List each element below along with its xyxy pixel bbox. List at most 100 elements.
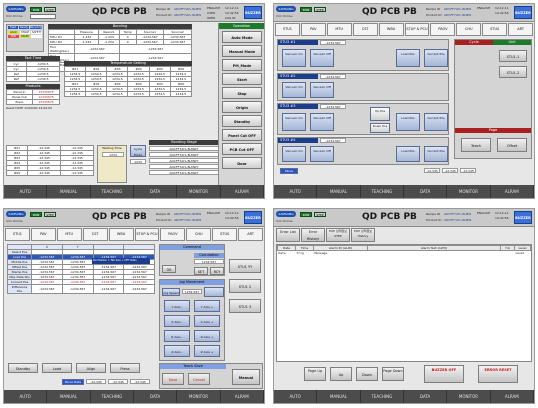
buzzer-off-button[interactable]: BUZZER OFF bbox=[424, 365, 464, 383]
stu1-3-button[interactable]: STU1 3 bbox=[229, 299, 261, 313]
tab-paov[interactable]: PAOV bbox=[430, 23, 456, 36]
vacuum-off-button[interactable]: Vacuum Off bbox=[310, 82, 334, 98]
y-axis-minus-button[interactable]: Y Axis - bbox=[164, 300, 190, 312]
nav-manual[interactable]: MANUAL bbox=[317, 390, 361, 403]
save-button[interactable]: Save bbox=[162, 373, 184, 385]
buzzer-button[interactable]: BUZZER bbox=[514, 211, 532, 224]
nav-data[interactable]: DATA bbox=[134, 390, 178, 403]
login-label[interactable]: LOG IN bbox=[225, 16, 235, 20]
row-label[interactable]: Difference Pos bbox=[7, 284, 32, 294]
nav-monitor[interactable]: MONITOR bbox=[447, 390, 491, 403]
buzzer-button[interactable]: BUZZER bbox=[514, 6, 532, 19]
jog-current-button[interactable] bbox=[204, 287, 224, 297]
tab-cst[interactable]: CST bbox=[82, 228, 108, 241]
current-pos-button[interactable]: Current Pos bbox=[424, 146, 448, 162]
nav-auto[interactable]: AUTO bbox=[274, 390, 318, 403]
tab-stup-pcu[interactable]: STUP & PCU bbox=[134, 228, 160, 241]
stu1-yy-button[interactable]: STU1 YY bbox=[229, 259, 261, 273]
tab-error-list[interactable]: Error List bbox=[276, 228, 300, 242]
lang-label[interactable]: ENGLISH bbox=[207, 211, 220, 215]
nav-data[interactable]: DATA bbox=[404, 390, 448, 403]
vacuum-off-button[interactable]: Vacuum Off bbox=[310, 113, 334, 131]
ok-button[interactable]: OK bbox=[162, 265, 176, 273]
set-button[interactable]: SET bbox=[194, 267, 208, 275]
load-pos-button[interactable]: Load Pos bbox=[396, 49, 420, 67]
tab-art[interactable]: ART bbox=[508, 23, 534, 36]
nav-auto[interactable]: AUTO bbox=[4, 390, 48, 403]
tab-eqp-status-step[interactable]: EQP 상태정보 STEP bbox=[326, 228, 350, 242]
nav-monitor[interactable]: MONITOR bbox=[177, 185, 221, 198]
y-axis-plus-button[interactable]: Y Axis + bbox=[194, 300, 220, 312]
table-row[interactable]: Date Trig Message Level bbox=[278, 251, 531, 256]
vacuum-on-button[interactable]: Vacuum On bbox=[282, 82, 306, 98]
nav-auto[interactable]: AUTO bbox=[4, 185, 48, 198]
row-label[interactable]: Current Pos bbox=[7, 279, 32, 285]
z-axis-minus-button[interactable]: Z Axis - bbox=[164, 345, 190, 357]
tab-chu[interactable]: CHU bbox=[456, 23, 482, 36]
move-data-button[interactable]: Move Data bbox=[280, 168, 298, 177]
pm-mode-button[interactable]: PM_Mode bbox=[222, 59, 262, 71]
page-down-button[interactable]: Page Down bbox=[382, 367, 404, 381]
vacuum-on-button[interactable]: Vacuum On bbox=[282, 113, 306, 131]
align-button[interactable]: Align bbox=[76, 363, 106, 373]
origin-button[interactable]: Origin bbox=[222, 101, 262, 113]
x-axis-plus-button[interactable]: X Axis + bbox=[194, 315, 220, 327]
door-button[interactable]: Door bbox=[222, 157, 262, 169]
tab-mtu[interactable]: MTU bbox=[326, 23, 352, 36]
tab-stu1[interactable]: STU1 bbox=[275, 23, 300, 36]
calculation-value[interactable]: 1234.567 bbox=[194, 259, 224, 264]
load-button[interactable]: Load bbox=[42, 363, 72, 373]
vacuum-on-button[interactable]: Vacuum On bbox=[282, 146, 306, 162]
down-button[interactable]: Down bbox=[356, 367, 378, 381]
nav-monitor[interactable]: MONITOR bbox=[177, 390, 221, 403]
table-row[interactable]: Max Data Pos -1234.567 -1234.567 -1234.567… bbox=[7, 274, 155, 280]
alarm-list[interactable]: Date Time Alarm ID (ALID) Alarm Text (AL… bbox=[276, 244, 532, 362]
move-data-button[interactable]: Move Data bbox=[62, 379, 84, 385]
tab-pav[interactable]: PAV bbox=[300, 23, 326, 36]
auto-mode-button[interactable]: Auto Mode bbox=[222, 31, 262, 43]
x-axis-minus-button[interactable]: X Axis - bbox=[164, 315, 190, 327]
nav-auto[interactable]: AUTO bbox=[274, 185, 318, 198]
cycle-value[interactable]: 1234 bbox=[130, 159, 146, 164]
reset-label[interactable]: Reset DATE 12/00/00 14:00:00 bbox=[6, 106, 60, 110]
nav-teaching[interactable]: TEACHING bbox=[361, 185, 404, 198]
load-pos-button[interactable]: Load Pos bbox=[396, 146, 420, 162]
nav-manual[interactable]: MANUAL bbox=[317, 185, 361, 198]
panel-cut-off-button[interactable]: Panel Cut OFF bbox=[222, 129, 262, 141]
offset-button[interactable]: Offset bbox=[497, 138, 527, 152]
tab-cst[interactable]: CST bbox=[352, 23, 378, 36]
stu1-2-button[interactable]: STU1-2 bbox=[499, 66, 527, 78]
nav-alram[interactable]: ALRAM bbox=[491, 390, 534, 403]
tab-chu[interactable]: CHU bbox=[186, 228, 212, 241]
start-button[interactable]: Start bbox=[222, 73, 262, 85]
waiting-value[interactable]: 1234 bbox=[102, 152, 124, 157]
z-axis-plus-button[interactable]: Z Axis + bbox=[194, 345, 220, 357]
tab-eqp-status-history[interactable]: EQP 상태정보 History bbox=[351, 228, 375, 242]
nav-teaching[interactable]: TEACHING bbox=[91, 390, 134, 403]
tab-stu1[interactable]: STU1 bbox=[5, 228, 30, 241]
lang-label[interactable]: ENGLISH bbox=[477, 211, 490, 215]
r-axis-minus-button[interactable]: R Axis - bbox=[164, 330, 190, 342]
tab-wbu[interactable]: WBU bbox=[378, 23, 404, 36]
buzzer-button[interactable]: BUZZER bbox=[244, 6, 262, 19]
tab-art[interactable]: ART bbox=[238, 228, 264, 241]
tab-stus[interactable]: STUS bbox=[482, 23, 508, 36]
stu1-2-button[interactable]: STU1 2 bbox=[229, 279, 261, 293]
table-row[interactable]: Difference Pos -1234.567 -1234.567 -1234.5… bbox=[7, 284, 155, 294]
stop-button[interactable]: Stop bbox=[222, 87, 262, 99]
tab-stus[interactable]: STUS bbox=[212, 228, 238, 241]
nav-data[interactable]: DATA bbox=[404, 185, 448, 198]
vacuum-off-button[interactable]: Vacuum Off bbox=[310, 146, 334, 162]
nav-manual[interactable]: MANUAL bbox=[47, 390, 91, 403]
press-button[interactable]: Press bbox=[110, 363, 140, 373]
nav-monitor[interactable]: MONITOR bbox=[447, 185, 491, 198]
lang-label[interactable]: ENGLISH bbox=[207, 6, 220, 10]
rcy-button[interactable]: RCY bbox=[210, 267, 224, 275]
nav-manual[interactable]: MANUAL bbox=[47, 185, 91, 198]
vacuum-on-button[interactable]: Vacuum On bbox=[282, 49, 306, 67]
standby-button[interactable]: Standby bbox=[222, 115, 262, 127]
stu1-1-button[interactable]: STU1-1 bbox=[499, 50, 527, 62]
current-pos-button[interactable]: Current Pos bbox=[424, 113, 448, 131]
page-up-button[interactable]: Page Up bbox=[304, 367, 326, 381]
nav-teaching[interactable]: TEACHING bbox=[361, 390, 404, 403]
